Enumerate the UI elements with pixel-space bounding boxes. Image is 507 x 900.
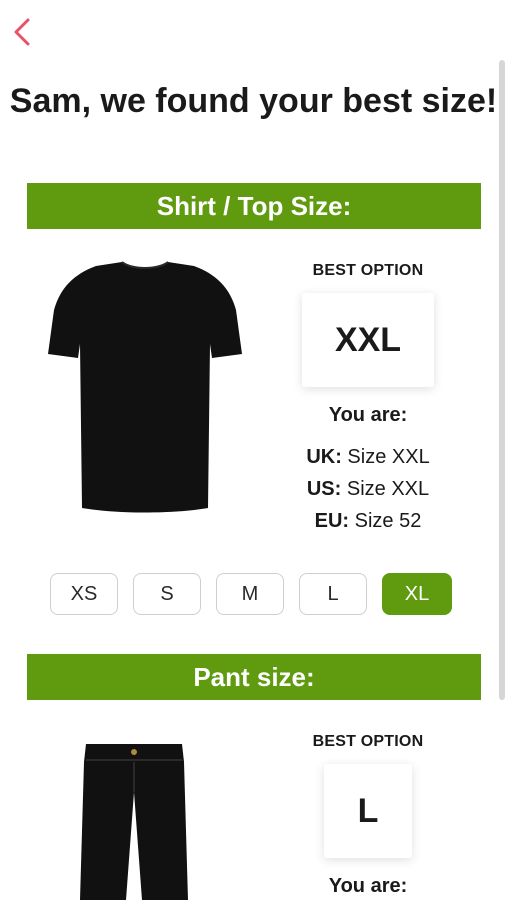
pant-section-header: Pant size:	[27, 654, 481, 700]
size-option-xl[interactable]: XL	[382, 573, 452, 615]
conversion-region: EU:	[314, 510, 350, 532]
conversion-value: Size 52	[354, 510, 422, 532]
scrollbar[interactable]	[499, 60, 505, 700]
size-option-m[interactable]: M	[216, 573, 284, 615]
shirt-best-option-label: BEST OPTION	[312, 262, 424, 279]
back-button[interactable]	[8, 14, 36, 50]
shirt-best-size-card: XXL	[302, 293, 434, 387]
pant-best-size-card: L	[324, 764, 412, 858]
conversion-value: Size XXL	[346, 478, 430, 500]
chevron-left-icon	[14, 18, 30, 46]
size-option-l[interactable]: L	[299, 573, 367, 615]
pant-best-size-value: L	[357, 791, 379, 830]
shirt-size-selector: XS S M L XL	[50, 573, 452, 615]
tshirt-icon	[48, 261, 242, 513]
conversion-region: UK:	[306, 446, 342, 468]
shirt-conversion-uk: UK: Size XXL	[280, 446, 456, 469]
shirt-you-are-label: You are:	[328, 404, 408, 426]
shirt-section-header: Shirt / Top Size:	[27, 183, 481, 229]
size-option-xs[interactable]: XS	[50, 573, 118, 615]
shirt-conversion-us: US: Size XXL	[280, 478, 456, 501]
conversion-value: Size XXL	[347, 446, 430, 468]
pant-best-option-label: BEST OPTION	[312, 733, 424, 750]
shirt-conversion-eu: EU: Size 52	[280, 510, 456, 533]
pants-icon	[80, 744, 188, 900]
size-option-s[interactable]: S	[133, 573, 201, 615]
shirt-best-size-value: XXL	[334, 320, 402, 359]
page-title: Sam, we found your best size!	[9, 82, 498, 120]
pant-you-are-label: You are:	[328, 875, 408, 897]
conversion-region: US:	[306, 478, 342, 500]
